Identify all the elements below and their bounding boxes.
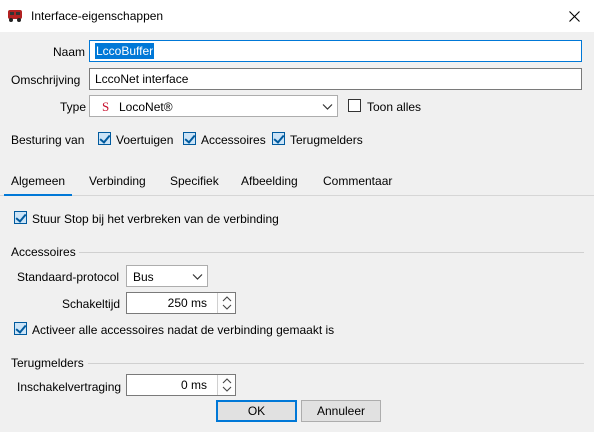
vehicles-checkbox[interactable] xyxy=(98,132,111,145)
description-input[interactable]: LccoNet interface xyxy=(89,68,582,90)
close-icon xyxy=(568,10,580,22)
tab-image[interactable]: Afbeelding xyxy=(241,174,298,188)
tab-general[interactable]: Algemeen xyxy=(11,174,65,188)
type-value: LocoNet® xyxy=(119,100,173,114)
switch-time-value: 250 ms xyxy=(167,296,207,310)
description-label: Omschrijving xyxy=(11,73,81,87)
close-button[interactable] xyxy=(554,0,594,32)
feedback-label: Terugmelders xyxy=(290,133,363,147)
activate-all-label: Activeer alle accessoires nadat de verbi… xyxy=(32,323,335,337)
cancel-button[interactable]: Annuleer xyxy=(301,400,381,422)
tab-specific[interactable]: Specifiek xyxy=(170,174,219,188)
switch-time-label: Schakeltijd xyxy=(62,297,121,311)
default-protocol-select[interactable]: Bus xyxy=(126,265,208,287)
tabs-divider xyxy=(0,195,594,196)
feedback-section-line xyxy=(88,363,584,364)
default-protocol-label: Standaard-protocol xyxy=(17,270,120,284)
ok-button[interactable]: OK xyxy=(216,400,297,422)
switch-time-spinner[interactable]: 250 ms xyxy=(126,292,236,314)
stop-on-disconnect-checkbox[interactable] xyxy=(14,211,27,224)
loconet-icon: S xyxy=(102,99,110,114)
switch-on-delay-spinner[interactable]: 0 ms xyxy=(126,374,236,396)
title-bar: Interface-eigenschappen xyxy=(0,0,594,32)
accessories-label: Accessoires xyxy=(201,133,266,147)
switch-on-delay-stepper[interactable] xyxy=(217,375,235,395)
feedback-section-title: Terugmelders xyxy=(11,356,84,370)
stepper-arrows-icon xyxy=(222,296,232,310)
chevron-down-icon xyxy=(322,104,333,110)
feedback-checkbox[interactable] xyxy=(272,132,285,145)
name-value: LccoBuffer xyxy=(95,43,155,59)
stepper-arrows-icon xyxy=(222,378,232,392)
accessories-section-line xyxy=(79,252,584,253)
show-all-label: Toon alles xyxy=(367,100,422,114)
description-value: LccoNet interface xyxy=(95,72,189,86)
show-all-checkbox[interactable] xyxy=(348,99,361,112)
app-icon xyxy=(8,10,22,22)
stop-on-disconnect-label: Stuur Stop bij het verbreken van de verb… xyxy=(32,212,279,226)
chevron-down-icon xyxy=(192,274,203,280)
type-select[interactable]: S LocoNet® xyxy=(89,95,338,117)
type-label: Type xyxy=(60,100,87,114)
activate-all-checkbox[interactable] xyxy=(14,322,27,335)
switch-on-delay-value: 0 ms xyxy=(180,378,207,392)
name-label: Naam xyxy=(53,45,86,59)
tab-connection[interactable]: Verbinding xyxy=(89,174,146,188)
default-protocol-value: Bus xyxy=(133,270,154,284)
control-label: Besturing van xyxy=(11,133,85,147)
tab-comment[interactable]: Commentaar xyxy=(323,174,392,188)
window-title: Interface-eigenschappen xyxy=(31,9,164,23)
switch-time-stepper[interactable] xyxy=(217,293,235,313)
name-input[interactable]: LccoBuffer xyxy=(89,40,582,62)
switch-on-delay-label: Inschakelvertraging xyxy=(17,380,122,394)
vehicles-label: Voertuigen xyxy=(116,133,174,147)
active-tab-indicator xyxy=(4,194,72,196)
accessories-checkbox[interactable] xyxy=(183,132,196,145)
accessories-section-title: Accessoires xyxy=(11,245,76,259)
